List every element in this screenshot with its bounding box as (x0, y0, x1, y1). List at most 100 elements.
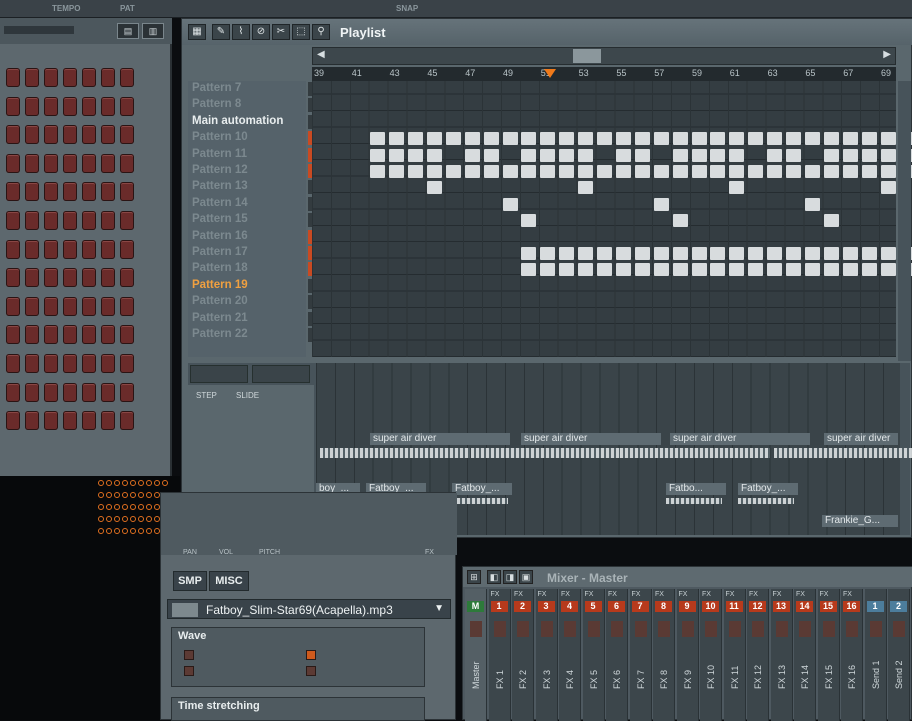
mixer-view-button[interactable]: ◨ (503, 570, 517, 584)
pattern-clip[interactable] (370, 132, 386, 146)
pattern-clip[interactable] (653, 197, 669, 211)
pattern-clip[interactable] (804, 247, 820, 260)
step-button[interactable] (6, 96, 20, 116)
pattern-clip[interactable] (710, 263, 726, 277)
pattern-clip[interactable] (578, 263, 594, 277)
pattern-clip[interactable] (540, 165, 556, 178)
step-button[interactable] (44, 239, 58, 259)
step-button[interactable] (44, 382, 58, 402)
step-button[interactable] (120, 296, 134, 316)
wave-option-checkbox[interactable] (184, 666, 194, 676)
pattern-clip[interactable] (880, 165, 896, 178)
pattern-clip[interactable] (464, 148, 480, 162)
step-button[interactable] (120, 382, 134, 402)
pattern-clip[interactable] (445, 132, 461, 146)
pattern-track-name[interactable]: Pattern 21 (192, 312, 248, 324)
mixer-track[interactable]: FX 13 FX 13 (770, 589, 793, 721)
pattern-track-name[interactable]: Pattern 11 (192, 148, 247, 160)
pattern-clip[interactable] (804, 263, 820, 277)
pattern-clip[interactable] (615, 263, 631, 277)
mixer-track[interactable]: 2 Send 2 (888, 589, 910, 721)
step-button[interactable] (120, 96, 134, 116)
step-button[interactable] (101, 411, 115, 431)
pattern-clip[interactable] (615, 247, 631, 260)
step-button[interactable] (6, 325, 20, 345)
pattern-clip[interactable] (861, 132, 877, 146)
pattern-clip[interactable] (408, 132, 423, 146)
mixer-track[interactable]: 1 Send 1 (864, 589, 887, 721)
mixer-view-button[interactable]: ◧ (487, 570, 501, 584)
step-button[interactable] (63, 182, 77, 202)
pattern-clip[interactable] (767, 148, 783, 162)
pattern-track-name[interactable]: Pattern 10 (192, 131, 248, 143)
pattern-clip[interactable] (578, 148, 594, 162)
mixer-track[interactable]: FX 4 FX 4 (559, 589, 581, 721)
step-button[interactable] (25, 68, 39, 87)
pattern-clip[interactable] (710, 247, 726, 260)
step-button[interactable] (6, 382, 20, 402)
pattern-clip[interactable] (634, 132, 650, 146)
step-button[interactable] (120, 68, 134, 87)
pattern-clip[interactable] (408, 148, 423, 162)
brush-icon[interactable]: ⌇ (232, 24, 250, 40)
pattern-clip[interactable] (634, 263, 650, 277)
scroll-right-icon[interactable]: ▶ (883, 49, 891, 60)
pattern-clip[interactable] (578, 247, 594, 260)
step-button[interactable] (25, 211, 39, 230)
pattern-clip[interactable] (672, 247, 688, 260)
step-button[interactable] (44, 125, 58, 145)
pattern-clip[interactable] (710, 165, 726, 178)
pattern-clip[interactable] (408, 165, 423, 178)
tab-misc[interactable]: MISC (209, 571, 249, 591)
step-button[interactable] (63, 153, 77, 173)
chevron-down-icon[interactable]: ▼ (434, 603, 444, 614)
mixer-track[interactable]: FX 10 FX 10 (700, 589, 722, 721)
folder-icon[interactable] (172, 603, 198, 617)
step-button[interactable] (6, 68, 20, 87)
pattern-clip[interactable] (559, 165, 575, 178)
mixer-track[interactable]: FX 7 FX 7 (629, 589, 652, 721)
pattern-clip[interactable] (786, 148, 801, 162)
pattern-clip[interactable] (729, 247, 745, 260)
step-button[interactable] (82, 125, 96, 145)
pattern-track-name[interactable]: Pattern 16 (192, 230, 248, 242)
step-button[interactable] (101, 211, 115, 230)
pattern-clip[interactable] (521, 148, 537, 162)
pattern-clip[interactable] (521, 132, 537, 146)
pattern-clip[interactable] (389, 165, 405, 178)
pattern-clip[interactable] (597, 263, 612, 277)
step-button[interactable] (63, 211, 77, 230)
step-button[interactable] (25, 411, 39, 431)
zoom-icon[interactable]: ⚲ (312, 24, 330, 40)
pattern-clip[interactable] (842, 247, 858, 260)
tab-smp[interactable]: SMP (173, 571, 207, 591)
pattern-clip[interactable] (389, 148, 405, 162)
step-button[interactable] (101, 182, 115, 202)
pattern-clip[interactable] (786, 263, 801, 277)
step-button[interactable] (6, 268, 20, 288)
pattern-track-name[interactable]: Pattern 8 (192, 98, 241, 110)
step-button[interactable] (63, 325, 77, 345)
step-button[interactable] (63, 239, 77, 259)
step-button[interactable] (120, 125, 134, 145)
pattern-clip[interactable] (748, 263, 764, 277)
pattern-clip[interactable] (880, 132, 896, 146)
step-button[interactable] (120, 182, 134, 202)
pattern-clip[interactable] (389, 132, 405, 146)
graph-editor-button[interactable]: ▤ (117, 23, 139, 39)
pattern-clip[interactable] (729, 165, 745, 178)
step-button[interactable] (82, 411, 96, 431)
mixer-track[interactable]: FX 11 FX 11 (723, 589, 746, 721)
pattern-clip[interactable] (767, 263, 783, 277)
pattern-clip[interactable] (880, 148, 896, 162)
pattern-clip[interactable] (691, 165, 707, 178)
slide-option[interactable]: SLIDE (236, 391, 259, 400)
mixer-track[interactable]: FX 2 FX 2 (512, 589, 534, 721)
pattern-clip[interactable] (729, 181, 745, 195)
step-button[interactable] (44, 68, 58, 87)
pattern-clip[interactable] (804, 132, 820, 146)
step-button[interactable] (101, 268, 115, 288)
step-button[interactable] (63, 296, 77, 316)
pattern-clip[interactable] (748, 165, 764, 178)
pattern-track-name[interactable]: Pattern 17 (192, 246, 248, 258)
